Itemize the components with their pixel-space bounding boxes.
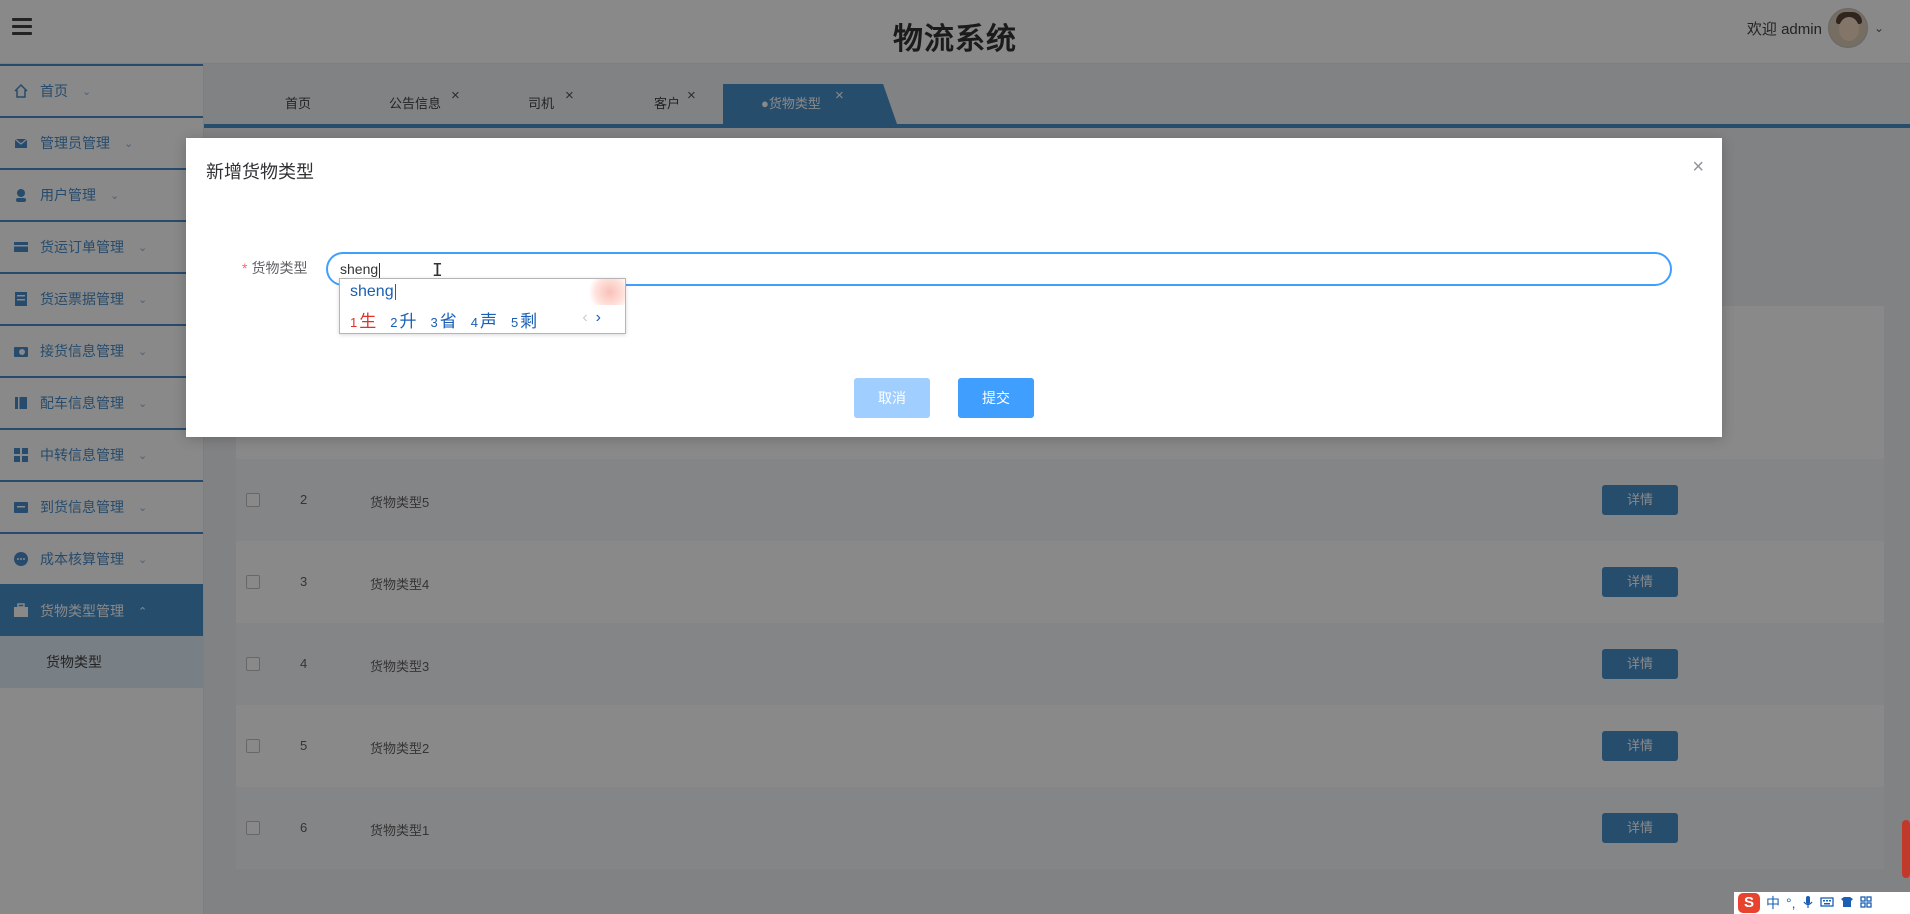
skin-icon[interactable] — [1840, 895, 1854, 911]
ime-prev-icon[interactable]: ‹ — [582, 309, 587, 326]
field-label-text: 货物类型 — [251, 260, 308, 276]
ime-candidate-text: 声 — [479, 312, 497, 331]
close-icon[interactable]: × — [1692, 156, 1704, 179]
ime-candidate-number: 2 — [390, 315, 398, 330]
microphone-icon[interactable] — [1802, 895, 1814, 912]
punctuation-toggle[interactable]: °, — [1786, 895, 1796, 911]
side-indicator — [1902, 820, 1910, 878]
ime-candidate-text: 升 — [399, 312, 417, 331]
ime-pinyin: sheng — [350, 283, 396, 301]
input-value: sheng — [340, 261, 379, 277]
ime-logo-icon — [587, 279, 625, 305]
toolbox-icon[interactable] — [1859, 895, 1872, 911]
ime-candidate-window: sheng 1生 2升 3省 4声 5剩 ‹ › — [339, 278, 626, 334]
dialog-title: 新增货物类型 — [206, 162, 314, 182]
ime-candidates: 1生 2升 3省 4声 5剩 — [350, 307, 537, 332]
ime-mode-toggle[interactable]: 中 — [1766, 893, 1780, 913]
ime-candidate-number: 5 — [510, 315, 519, 330]
ime-candidate[interactable]: 4声 — [471, 307, 497, 332]
text-caret — [379, 262, 381, 278]
ime-toolbar: S 中 °, — [1734, 892, 1910, 914]
ime-pinyin-text: sheng — [350, 283, 394, 300]
ime-candidate-text: 省 — [439, 312, 457, 331]
sogou-logo-icon[interactable]: S — [1738, 893, 1760, 913]
ime-candidate[interactable]: 2升 — [390, 307, 416, 332]
ime-next-icon[interactable]: › — [596, 309, 601, 326]
ime-candidate-number: 4 — [470, 315, 478, 330]
ime-candidate-text: 剩 — [520, 312, 538, 331]
ime-candidate-number: 1 — [350, 315, 358, 330]
text-caret — [394, 283, 396, 300]
ime-candidate-number: 3 — [430, 315, 438, 330]
ime-page-nav: ‹ › — [582, 309, 601, 327]
ime-candidate[interactable]: 5剩 — [511, 307, 537, 332]
required-mark: * — [242, 260, 248, 276]
keyboard-icon[interactable] — [1819, 895, 1834, 911]
ime-candidate[interactable]: 3省 — [430, 307, 456, 332]
ime-candidate-text: 生 — [359, 312, 377, 331]
ime-candidate[interactable]: 1生 — [350, 307, 376, 332]
submit-button[interactable]: 提交 — [958, 378, 1034, 418]
cancel-button[interactable]: 取消 — [854, 378, 930, 418]
cargo-type-label: * 货物类型 — [242, 258, 307, 278]
